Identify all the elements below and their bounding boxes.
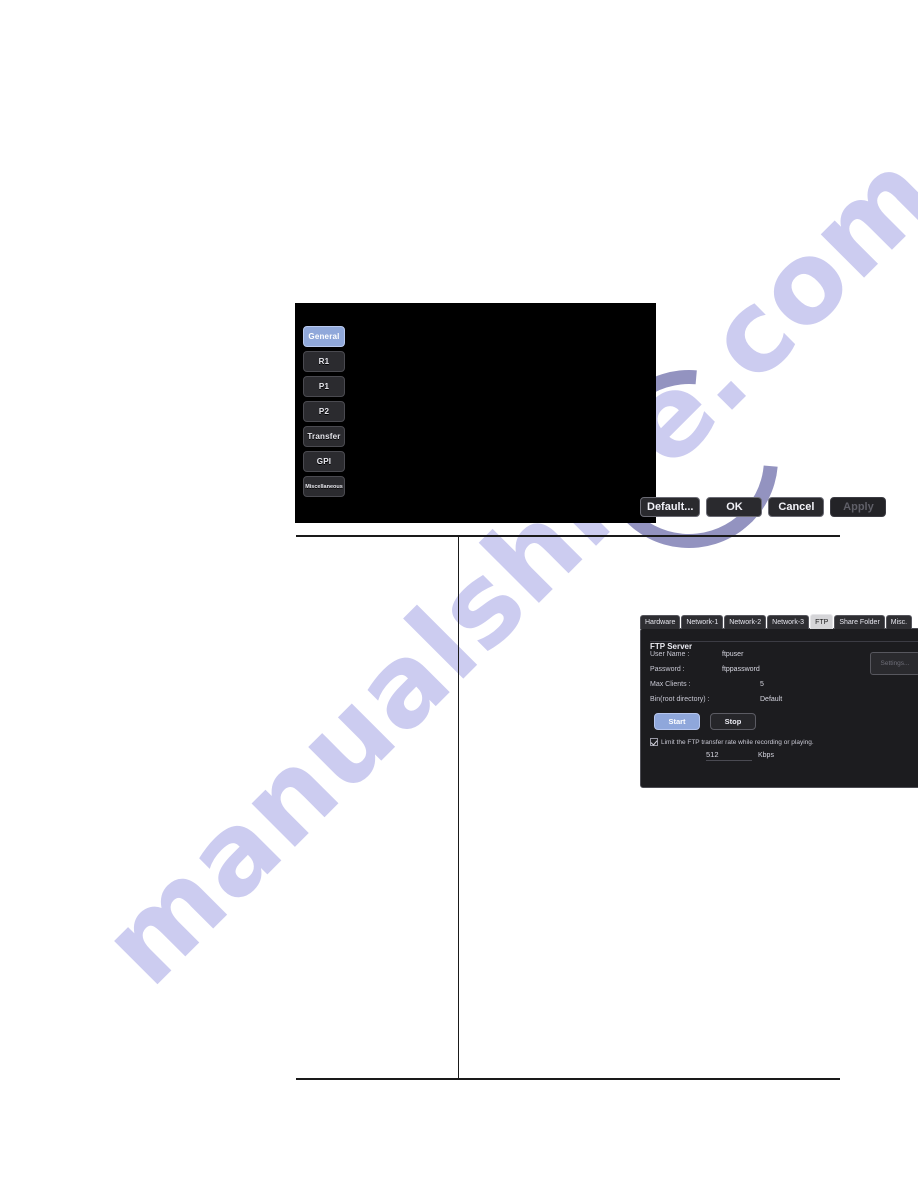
sidebar-item-label: R1: [318, 357, 330, 366]
ok-button-label: OK: [726, 501, 743, 513]
watermark: manualshive.com: [0, 0, 918, 1188]
default-button[interactable]: Default...: [640, 497, 701, 517]
settings-button-label: Settings...: [880, 660, 910, 667]
tab-ftp[interactable]: FTP: [810, 614, 834, 629]
settings-dialog: General R1 P1 P2 Transfer GPI Miscellane…: [295, 303, 918, 788]
tab-label: Network-1: [686, 619, 719, 626]
sidebar-item-label: GPI: [316, 457, 332, 466]
settings-button[interactable]: Settings...: [870, 652, 918, 675]
sidebar-item-miscellaneous[interactable]: Miscellaneous: [303, 476, 345, 497]
ftp-settings-panel: FTP Server User Name : ftpuser Password …: [640, 628, 918, 788]
tab-share-folder[interactable]: Share Folder: [834, 615, 885, 629]
group-header: FTP Server: [650, 636, 918, 651]
table-bottom-rule: [296, 1078, 840, 1080]
sidebar-item-general[interactable]: General: [303, 326, 345, 347]
document-page: manualshive.com General R1 P1 P2 Transfe…: [0, 0, 918, 1188]
stop-button[interactable]: Stop: [710, 713, 756, 730]
dialog-body: General R1 P1 P2 Transfer GPI Miscellane…: [295, 303, 918, 788]
tab-hardware[interactable]: Hardware: [640, 615, 681, 629]
sidebar-item-gpi[interactable]: GPI: [303, 451, 345, 472]
sidebar-item-label: Transfer: [307, 432, 341, 441]
ok-button[interactable]: OK: [706, 497, 763, 517]
transfer-rate-row: 512 Kbps: [706, 750, 918, 761]
field-max-clients: Max Clients : 5: [650, 677, 918, 692]
tab-network-3[interactable]: Network-3: [767, 615, 810, 629]
transfer-rate-unit: Kbps: [758, 752, 774, 759]
field-label: Bin(root directory) :: [650, 696, 710, 703]
bin-root-directory-value[interactable]: Default: [760, 696, 782, 703]
dialog-sidebar: General R1 P1 P2 Transfer GPI Miscellane…: [302, 326, 346, 517]
tab-label: Network-3: [772, 619, 805, 626]
apply-button[interactable]: Apply: [830, 497, 887, 517]
tab-bar: Hardware Network-1 Network-2 Network-3 F…: [640, 614, 918, 629]
tab-label: Misc.: [890, 619, 908, 626]
transfer-rate-input[interactable]: 512: [706, 750, 752, 761]
checkbox-checked-icon[interactable]: [650, 738, 658, 746]
password-value[interactable]: ftppassword: [722, 666, 760, 673]
sidebar-item-label: Miscellaneous: [305, 483, 343, 490]
stop-button-label: Stop: [724, 717, 742, 726]
max-clients-value[interactable]: 5: [760, 681, 764, 688]
field-bin-root-directory: Bin(root directory) : Default: [650, 692, 918, 707]
limit-rate-label: Limit the FTP transfer rate while record…: [661, 738, 814, 746]
table-top-rule: [296, 535, 840, 537]
user-name-value[interactable]: ftpuser: [722, 651, 743, 658]
tab-label: FTP: [815, 618, 829, 626]
field-label: User Name :: [650, 651, 690, 658]
start-button-label: Start: [668, 717, 686, 726]
sidebar-item-label: P1: [318, 382, 330, 391]
field-label: Max Clients :: [650, 681, 691, 688]
watermark-text: manualshive.com: [78, 128, 918, 1010]
sidebar-item-transfer[interactable]: Transfer: [303, 426, 345, 447]
tab-network-1[interactable]: Network-1: [681, 615, 724, 629]
dialog-footer: Default... OK Cancel Apply: [640, 497, 918, 517]
tab-label: Hardware: [645, 619, 676, 626]
field-label: Password :: [650, 666, 685, 673]
sidebar-item-label: P2: [318, 407, 330, 416]
tab-misc[interactable]: Misc.: [885, 615, 913, 629]
default-button-label: Default...: [647, 501, 694, 513]
ftp-server-group: FTP Server User Name : ftpuser Password …: [650, 636, 918, 781]
cancel-button-label: Cancel: [778, 501, 815, 513]
start-button[interactable]: Start: [654, 713, 700, 730]
table-column-divider: [458, 537, 459, 1078]
tab-label: Share Folder: [839, 619, 880, 626]
sidebar-item-p2[interactable]: P2: [303, 401, 345, 422]
tab-network-2[interactable]: Network-2: [724, 615, 767, 629]
sidebar-item-label: General: [308, 332, 340, 341]
server-control-buttons: Start Stop: [654, 713, 918, 730]
tab-label: Network-2: [729, 619, 762, 626]
cancel-button[interactable]: Cancel: [768, 497, 825, 517]
limit-rate-checkbox-row[interactable]: Limit the FTP transfer rate while record…: [650, 738, 918, 746]
sidebar-item-r1[interactable]: R1: [303, 351, 345, 372]
sidebar-item-p1[interactable]: P1: [303, 376, 345, 397]
apply-button-label: Apply: [843, 501, 874, 513]
